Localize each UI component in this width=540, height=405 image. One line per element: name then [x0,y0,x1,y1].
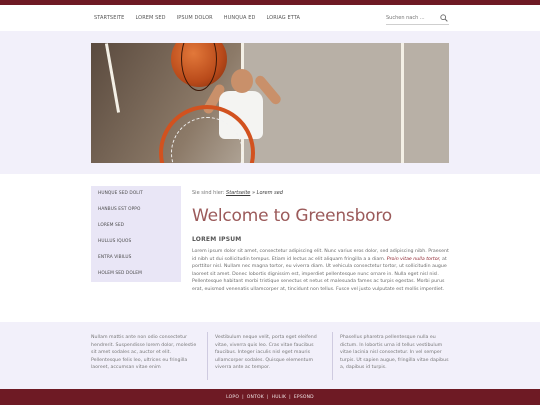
sidebar-item-entra-vibilus[interactable]: Entra vibilus [91,250,181,266]
ball-seam [181,43,217,91]
sidebar-item-hunque-sed-dolit[interactable]: Hunque sed dolit [91,186,181,202]
sidebar-item-hanbus-est-oppo[interactable]: Hanbus est oppo [91,202,181,218]
hero-image [91,43,449,163]
sidebar-item-holem-sed-dolem[interactable]: Holem sed dolem [91,266,181,282]
page-title: Welcome to Greensboro [192,206,392,226]
body-paragraph: Lorem ipsum dolor sit amet, consectetur … [192,248,450,294]
footer-link-separator: | [242,394,244,400]
breadcrumb-separator: » [251,190,256,196]
footer-link-ontok[interactable]: Ontok [247,395,264,400]
nav-item-loriag-etta[interactable]: Loriag etta [266,15,300,21]
breadcrumb-home-link[interactable]: Startseite [226,190,250,196]
footer-link-epsond[interactable]: Epsond [294,395,314,400]
footer-link-lopo[interactable]: Lopo [226,395,239,400]
nav-item-lorem-sed[interactable]: Lorem sed [135,15,165,21]
footer-link-separator: | [266,394,269,400]
footer-divider [207,332,208,380]
sidebar-item-lorem-sed[interactable]: Lorem sed [91,218,181,234]
nav-item-ipsum-dolor[interactable]: Ipsum dolor [177,15,213,21]
basketball [171,43,227,91]
footer-link-hulik[interactable]: Hulik [272,395,286,400]
main-content: Sie sind hier: Startseite » Lorem sed We… [192,190,450,294]
breadcrumb: Sie sind hier: Startseite » Lorem sed [192,190,450,196]
footer-columns: Nullam mattis ante non odio consectetur … [0,322,540,389]
nav-item-hunqua-ed[interactable]: Hunqua ed [224,15,256,21]
sidebar: Hunque sed dolit Hanbus est oppo Lorem s… [91,186,181,282]
footer-column-1: Nullam mattis ante non odio consectetur … [91,335,197,371]
body-text-accent: Proin vitae nulla tortor, [386,256,441,262]
bottom-bar: Lopo | Ontok | Hulik | Epsond [0,389,540,405]
court-line [104,43,121,113]
sidebar-item-hullus-iquos[interactable]: Hullus iquos [91,234,181,250]
nav-item-startseite[interactable]: Startseite [94,15,124,21]
footer-column-3: Phasellus pharetra pellentesque nulla eu… [340,335,449,371]
search-box [386,12,449,25]
footer-column-2: Vestibulum neque velit, porta eget eleif… [215,335,317,371]
court-line [401,43,404,163]
header: Startseite Lorem sed Ipsum dolor Hunqua … [0,5,540,31]
footer-divider [332,332,333,380]
search-input[interactable] [386,15,438,21]
player-head [231,69,253,93]
search-icon[interactable] [440,14,448,22]
section-subheading: Lorem ipsum [192,236,242,243]
footer-link-separator: | [289,394,291,400]
main-nav: Startseite Lorem sed Ipsum dolor Hunqua … [94,5,311,31]
hero-band [0,31,540,174]
breadcrumb-prefix: Sie sind hier: [192,190,225,196]
breadcrumb-current: Lorem sed [256,190,283,196]
